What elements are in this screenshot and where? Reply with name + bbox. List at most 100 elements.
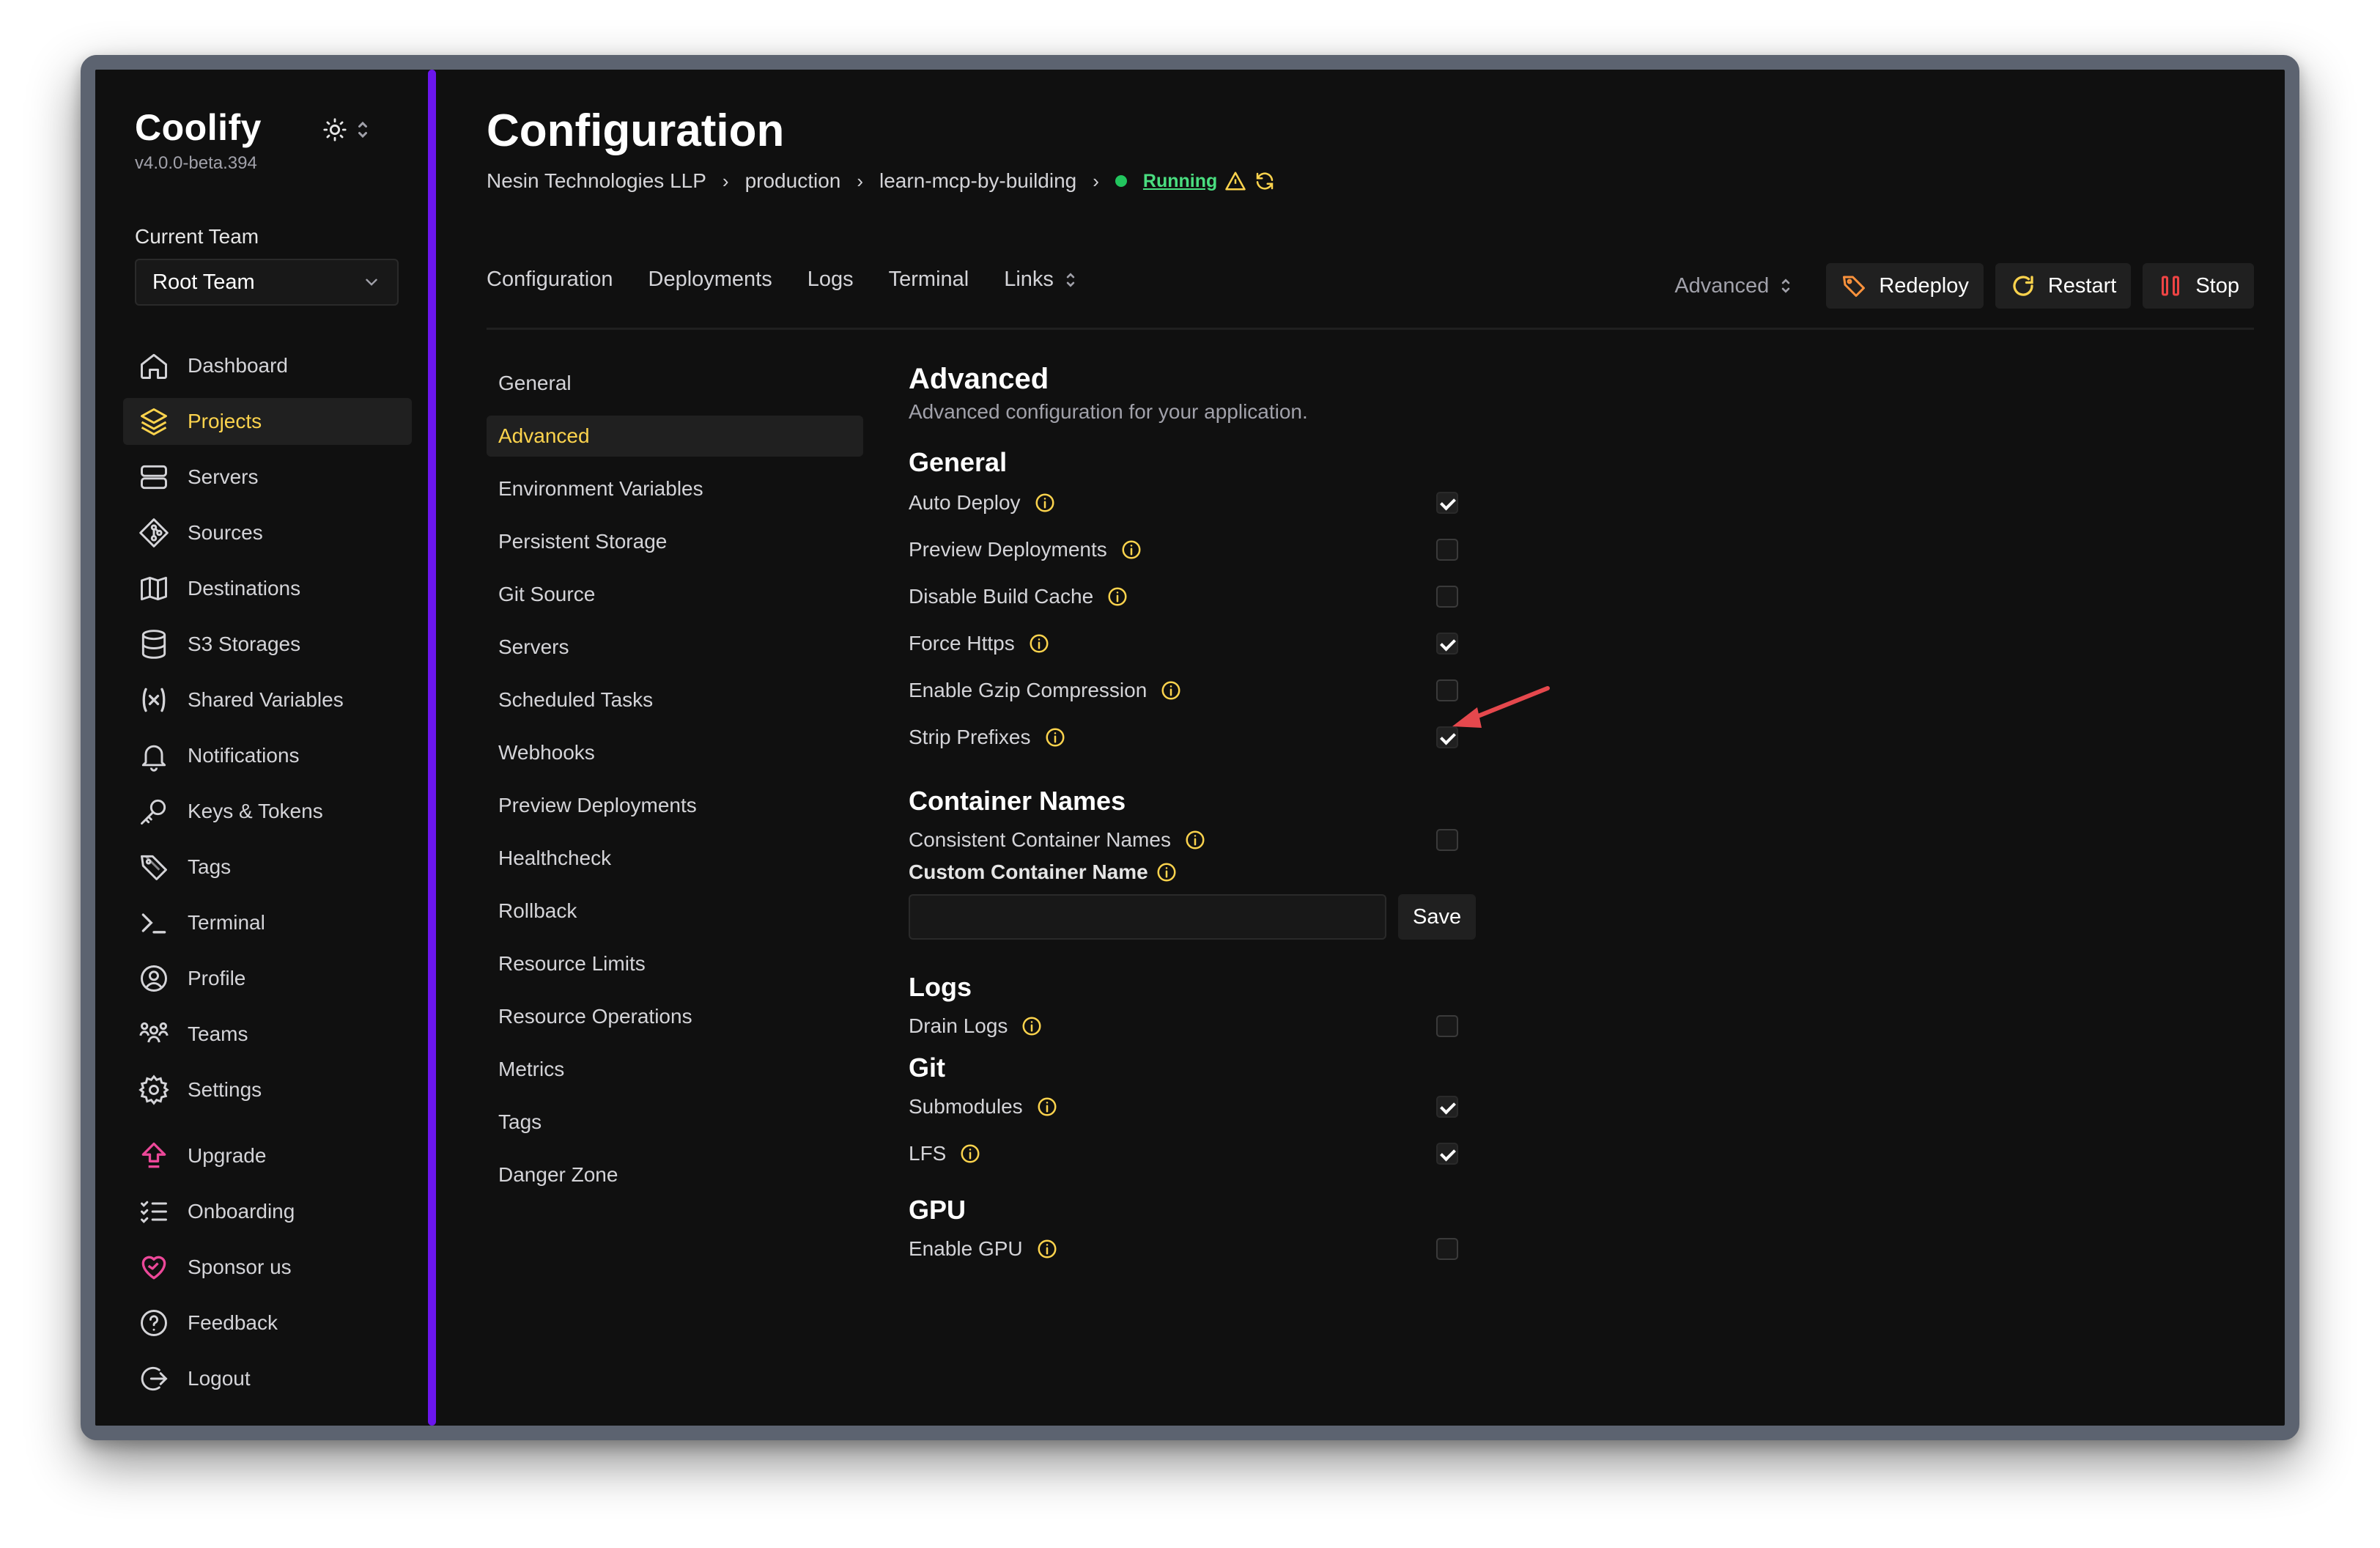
info-icon[interactable]	[959, 1143, 981, 1165]
refresh-icon[interactable]	[1254, 170, 1276, 192]
info-icon[interactable]	[1044, 726, 1066, 748]
sidebar-item-settings[interactable]: Settings	[123, 1066, 412, 1113]
subnav-environment-variables[interactable]: Environment Variables	[487, 468, 863, 509]
theme-toggle[interactable]	[322, 117, 371, 142]
info-icon[interactable]	[1120, 539, 1142, 561]
disable-build-cache-checkbox[interactable]	[1436, 586, 1458, 608]
subnav-webhooks[interactable]: Webhooks	[487, 732, 863, 773]
git-heading: Git	[909, 1053, 945, 1083]
submodules-checkbox[interactable]	[1436, 1096, 1458, 1118]
subnav-preview-deployments[interactable]: Preview Deployments	[487, 785, 863, 826]
subnav-general[interactable]: General	[487, 363, 863, 404]
advanced-dropdown-label: Advanced	[1674, 273, 1770, 298]
breadcrumb-environment[interactable]: production	[745, 169, 841, 193]
subnav-healthcheck[interactable]: Healthcheck	[487, 838, 863, 879]
general-heading: General	[909, 447, 1008, 477]
sidebar-item-destinations[interactable]: Destinations	[123, 565, 412, 612]
auto-deploy-checkbox[interactable]	[1436, 492, 1458, 514]
lfs-checkbox[interactable]	[1436, 1143, 1458, 1165]
subnav-metrics[interactable]: Metrics	[487, 1049, 863, 1090]
sidebar-item-shared-variables[interactable]: Shared Variables	[123, 677, 412, 723]
sidebar-item-projects[interactable]: Projects	[123, 398, 412, 445]
option-force-https: Force Https	[909, 620, 1495, 667]
restart-button[interactable]: Restart	[1995, 263, 2132, 309]
sidebar-item-feedback[interactable]: Feedback	[123, 1300, 412, 1346]
chevron-right-icon: ›	[722, 169, 729, 192]
subnav-resource-operations[interactable]: Resource Operations	[487, 996, 863, 1037]
option-label: Consistent Container Names	[909, 828, 1171, 851]
info-icon[interactable]	[1021, 1015, 1043, 1037]
breadcrumb-application[interactable]: learn-mcp-by-building	[879, 169, 1076, 193]
advanced-dropdown[interactable]: Advanced	[1674, 274, 1792, 298]
drain-logs-checkbox[interactable]	[1436, 1015, 1458, 1037]
list-check-icon	[141, 1201, 167, 1223]
option-label: Force Https	[909, 632, 1015, 655]
preview-deployments-checkbox[interactable]	[1436, 539, 1458, 561]
links-dropdown[interactable]: Links	[1004, 268, 1077, 292]
subnav-advanced[interactable]: Advanced	[487, 416, 863, 457]
sidebar-item-label: Terminal	[188, 911, 265, 934]
sidebar-item-dashboard[interactable]: Dashboard	[123, 342, 412, 389]
option-auto-deploy: Auto Deploy	[909, 479, 1495, 526]
consistent-container-names-checkbox[interactable]	[1436, 829, 1458, 851]
info-icon[interactable]	[1028, 633, 1050, 655]
info-icon[interactable]	[1184, 829, 1206, 851]
subnav-git-source[interactable]: Git Source	[487, 574, 863, 615]
warning-icon[interactable]	[1224, 170, 1246, 192]
sidebar-item-tags[interactable]: Tags	[123, 844, 412, 891]
tab-logs[interactable]: Logs	[808, 268, 854, 292]
sidebar-item-s3-storages[interactable]: S3 Storages	[123, 621, 412, 668]
save-button[interactable]: Save	[1398, 894, 1477, 940]
sidebar-item-upgrade[interactable]: Upgrade	[123, 1132, 412, 1179]
custom-container-name-input[interactable]	[909, 894, 1386, 940]
subnav-persistent-storage[interactable]: Persistent Storage	[487, 521, 863, 562]
action-bar: Advanced Redeploy Restart Stop	[1674, 263, 2254, 309]
info-icon[interactable]	[1034, 492, 1056, 514]
subnav-servers[interactable]: Servers	[487, 627, 863, 668]
subnav-resource-limits[interactable]: Resource Limits	[487, 943, 863, 984]
team-select-value: Root Team	[152, 270, 255, 294]
sidebar-item-servers[interactable]: Servers	[123, 454, 412, 501]
sidebar-item-keys-tokens[interactable]: Keys & Tokens	[123, 788, 412, 835]
redeploy-button[interactable]: Redeploy	[1826, 263, 1984, 309]
server-icon	[141, 465, 167, 490]
info-icon[interactable]	[1036, 1096, 1058, 1118]
container-names-heading: Container Names	[909, 786, 1126, 816]
sidebar-item-sources[interactable]: Sources	[123, 509, 412, 556]
sidebar-item-sponsor[interactable]: Sponsor us	[123, 1244, 412, 1291]
tab-terminal[interactable]: Terminal	[889, 268, 969, 292]
subnav-rollback[interactable]: Rollback	[487, 891, 863, 932]
sidebar-item-label: Sources	[188, 521, 263, 544]
team-select[interactable]: Root Team	[135, 259, 399, 306]
status-dot	[1115, 175, 1127, 187]
info-icon[interactable]	[1036, 1238, 1058, 1260]
status-badge[interactable]: Running	[1143, 171, 1217, 192]
enable-gpu-checkbox[interactable]	[1436, 1238, 1458, 1260]
app-title[interactable]: Coolify	[135, 106, 262, 149]
sidebar-item-profile[interactable]: Profile	[123, 955, 412, 1002]
sidebar-item-teams[interactable]: Teams	[123, 1011, 412, 1058]
custom-container-name-label: Custom Container Name	[909, 860, 1495, 884]
subnav-scheduled-tasks[interactable]: Scheduled Tasks	[487, 679, 863, 720]
sidebar-item-notifications[interactable]: Notifications	[123, 732, 412, 779]
tab-configuration[interactable]: Configuration	[487, 268, 613, 292]
sidebar-nav: Dashboard Projects Servers Sources Desti…	[123, 342, 412, 1411]
subnav-danger-zone[interactable]: Danger Zone	[487, 1154, 863, 1195]
sidebar-item-label: S3 Storages	[188, 633, 301, 655]
sidebar-item-label: Logout	[188, 1367, 251, 1390]
info-icon[interactable]	[1106, 586, 1128, 608]
stop-button[interactable]: Stop	[2143, 263, 2254, 309]
chevron-updown-icon	[358, 121, 367, 139]
sidebar-item-onboarding[interactable]: Onboarding	[123, 1188, 412, 1235]
subnav-tags[interactable]: Tags	[487, 1102, 863, 1143]
breadcrumb-team[interactable]: Nesin Technologies LLP	[487, 169, 706, 193]
sidebar-item-logout[interactable]: Logout	[123, 1355, 412, 1402]
tab-deployments[interactable]: Deployments	[648, 268, 772, 292]
bell-icon	[141, 745, 166, 772]
info-icon[interactable]	[1160, 679, 1182, 701]
info-icon[interactable]	[1156, 861, 1178, 883]
sidebar-scrollbar[interactable]	[428, 70, 436, 1426]
option-enable-gpu: Enable GPU	[909, 1226, 1495, 1272]
force-https-checkbox[interactable]	[1436, 633, 1458, 655]
sidebar-item-terminal[interactable]: Terminal	[123, 899, 412, 946]
